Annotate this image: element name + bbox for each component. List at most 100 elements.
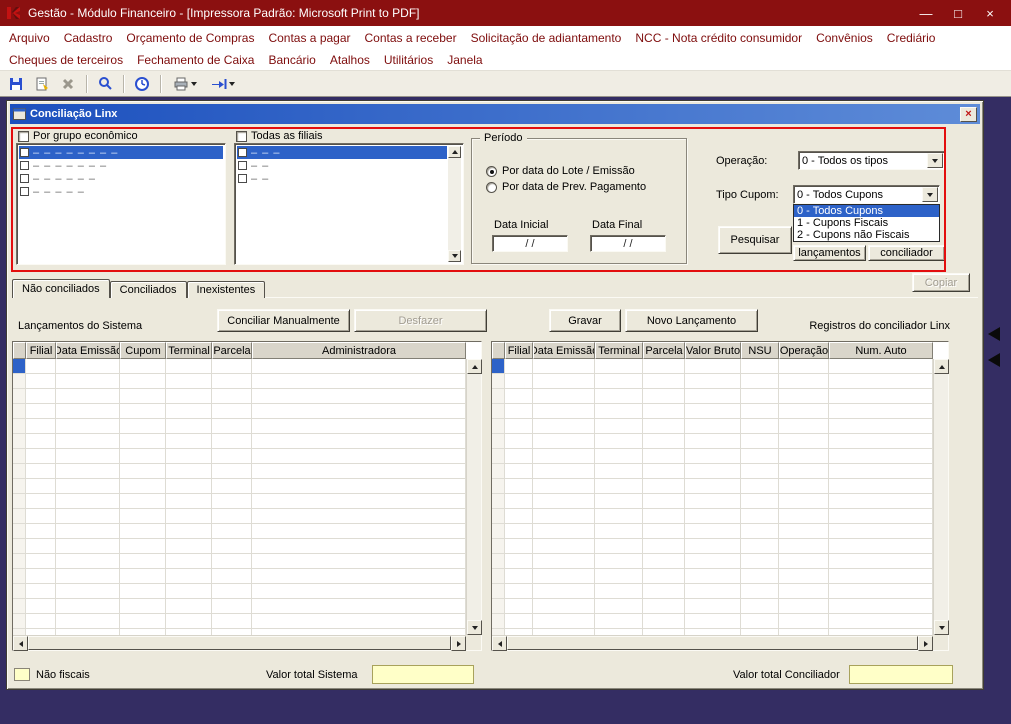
grid-cell[interactable] (505, 554, 533, 569)
grid-cell[interactable] (595, 404, 643, 419)
column-header[interactable]: Administradora (252, 342, 466, 359)
grid-cell[interactable] (595, 434, 643, 449)
row-selector[interactable] (492, 584, 505, 599)
menu-arquivo[interactable]: Arquivo (2, 28, 57, 48)
grid-cell[interactable] (505, 464, 533, 479)
row-selector[interactable] (13, 614, 26, 629)
por-grupo-economico-checkbox[interactable]: Por grupo econômico (18, 130, 138, 142)
delete-button[interactable] (56, 73, 80, 95)
grid-cell[interactable] (120, 389, 166, 404)
grid-cell[interactable] (252, 404, 466, 419)
grid-cell[interactable] (533, 539, 595, 554)
scroll-left-icon[interactable] (492, 636, 507, 651)
grid-cell[interactable] (120, 464, 166, 479)
row-selector[interactable] (13, 404, 26, 419)
grid-cell[interactable] (533, 554, 595, 569)
grid-cell[interactable] (643, 464, 685, 479)
grid-cell[interactable] (166, 359, 212, 374)
grid-cell[interactable] (56, 554, 120, 569)
grid-cell[interactable] (779, 389, 829, 404)
grid-cell[interactable] (120, 614, 166, 629)
conciliar-manualmente-button[interactable]: Conciliar Manualmente (217, 309, 350, 332)
row-selector[interactable] (492, 494, 505, 509)
column-header[interactable]: Parcela (212, 342, 252, 359)
grid-cell[interactable] (829, 404, 933, 419)
grid-cell[interactable] (212, 569, 252, 584)
filiais-listbox[interactable]: – – – – – – – (234, 143, 464, 265)
grid-cell[interactable] (166, 614, 212, 629)
grid-cell[interactable] (505, 614, 533, 629)
conciliador-button[interactable]: conciliador (868, 245, 945, 261)
grid-cell[interactable] (685, 614, 741, 629)
dropdown-option[interactable]: 1 - Cupons Fiscais (794, 217, 939, 229)
gravar-button[interactable]: Gravar (549, 309, 621, 332)
row-selector[interactable] (13, 359, 26, 374)
grid-cell[interactable] (212, 539, 252, 554)
grid-cell[interactable] (779, 419, 829, 434)
grid-cell[interactable] (212, 584, 252, 599)
row-selector[interactable] (492, 374, 505, 389)
grid-cell[interactable] (252, 419, 466, 434)
grid-cell[interactable] (685, 374, 741, 389)
grid-cell[interactable] (26, 569, 56, 584)
scroll-down-icon[interactable] (467, 620, 482, 635)
tab-inexistentes[interactable]: Inexistentes (186, 281, 266, 298)
dialog-titlebar[interactable]: Conciliação Linx × (10, 104, 980, 124)
column-header[interactable]: Filial (505, 342, 533, 359)
grid-cell[interactable] (166, 539, 212, 554)
row-selector[interactable] (492, 359, 505, 374)
checkbox-icon[interactable] (238, 161, 247, 170)
grid-cell[interactable] (779, 449, 829, 464)
grid-cell[interactable] (212, 479, 252, 494)
menu-convenios[interactable]: Convênios (809, 28, 880, 48)
grid-cell[interactable] (533, 464, 595, 479)
grid-cell[interactable] (595, 494, 643, 509)
grid-cell[interactable] (252, 539, 466, 554)
grid-cell[interactable] (595, 599, 643, 614)
row-selector[interactable] (13, 449, 26, 464)
grid-cell[interactable] (533, 599, 595, 614)
grid-cell[interactable] (26, 464, 56, 479)
checkbox-icon[interactable] (20, 148, 29, 157)
tab-nao-conciliados[interactable]: Não conciliados (12, 279, 110, 298)
column-header[interactable]: Filial (26, 342, 56, 359)
grid-cell[interactable] (643, 614, 685, 629)
clock-button[interactable] (130, 73, 154, 95)
grid-cell[interactable] (685, 539, 741, 554)
grid-cell[interactable] (741, 404, 779, 419)
grid-cell[interactable] (829, 539, 933, 554)
row-selector[interactable] (13, 509, 26, 524)
grid-cell[interactable] (212, 599, 252, 614)
menu-ncc[interactable]: NCC - Nota crédito consumidor (628, 28, 809, 48)
grid-cell[interactable] (741, 614, 779, 629)
grid-cell[interactable] (56, 509, 120, 524)
dialog-close-button[interactable]: × (960, 106, 977, 122)
grid-cell[interactable] (166, 449, 212, 464)
grid-cell[interactable] (166, 569, 212, 584)
grid-cell[interactable] (26, 614, 56, 629)
grid-cell[interactable] (56, 614, 120, 629)
grid-cell[interactable] (505, 479, 533, 494)
grid-cell[interactable] (120, 539, 166, 554)
grid-cell[interactable] (166, 509, 212, 524)
list-item[interactable]: – – – – – – (19, 172, 223, 185)
grid-cell[interactable] (643, 359, 685, 374)
row-selector[interactable] (492, 614, 505, 629)
column-header[interactable]: Cupom (120, 342, 166, 359)
list-item[interactable]: – – – (237, 146, 447, 159)
row-selector[interactable] (492, 449, 505, 464)
grid-cell[interactable] (829, 389, 933, 404)
grid-cell[interactable] (643, 584, 685, 599)
scroll-down-icon[interactable] (934, 620, 949, 635)
grid-cell[interactable] (829, 494, 933, 509)
grid-cell[interactable] (779, 359, 829, 374)
grid-cell[interactable] (685, 554, 741, 569)
grid-cell[interactable] (685, 389, 741, 404)
chevron-down-icon[interactable] (927, 153, 943, 168)
grid-cell[interactable] (779, 599, 829, 614)
list-item[interactable]: – – – – – (19, 185, 223, 198)
grid-cell[interactable] (643, 419, 685, 434)
scrollbar-thumb[interactable] (28, 636, 451, 650)
grid-cell[interactable] (252, 389, 466, 404)
grid-cell[interactable] (533, 419, 595, 434)
